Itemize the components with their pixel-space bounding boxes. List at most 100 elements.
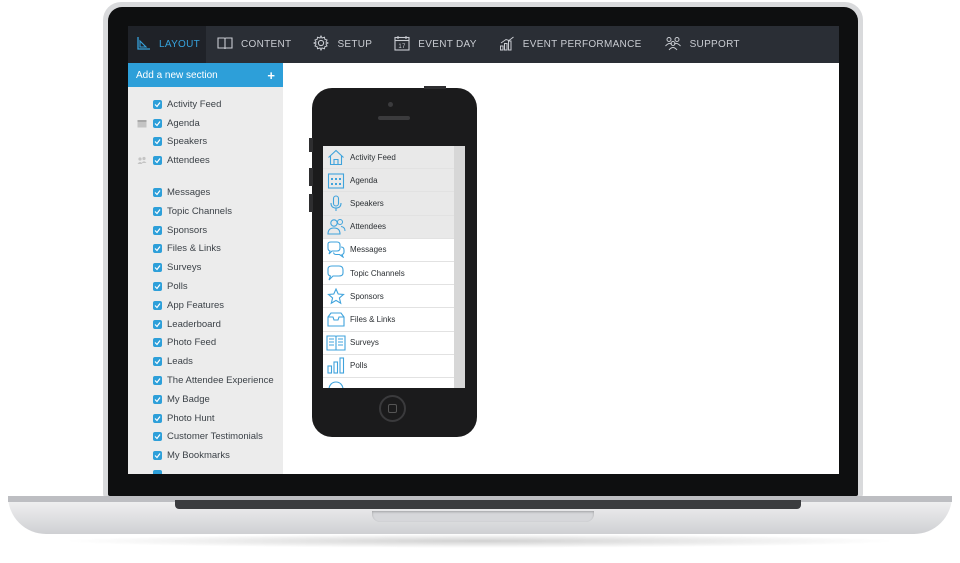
- checkbox[interactable]: [153, 300, 162, 310]
- section-list: Activity Feed Agenda Speakers Attendees …: [128, 87, 283, 474]
- checkbox[interactable]: [153, 156, 162, 166]
- people-icon: [137, 156, 147, 168]
- sidebar: Add a new section + Activity Feed Agenda…: [128, 63, 283, 474]
- section-item[interactable]: Topic Channels: [128, 202, 283, 221]
- phone-menu-item[interactable]: Messages: [323, 238, 454, 262]
- app-screen: LAYOUT CONTENT SETUP 17 EVENT DAY EVENT …: [128, 26, 839, 474]
- section-item[interactable]: Leads: [128, 352, 283, 371]
- checkbox[interactable]: [153, 188, 162, 198]
- phone-menu-label: Speakers: [350, 198, 384, 208]
- section-item[interactable]: My Badge: [128, 390, 283, 409]
- section-item[interactable]: Files & Links: [128, 240, 283, 259]
- add-section-button[interactable]: Add a new section +: [128, 63, 283, 87]
- section-label: Attendees: [167, 155, 210, 167]
- checkbox[interactable]: [153, 118, 162, 128]
- checkbox[interactable]: [153, 357, 162, 367]
- gear-icon: [313, 34, 337, 54]
- section-item-partial[interactable]: [128, 465, 283, 474]
- phone-mute-switch: [309, 138, 313, 152]
- star-icon: [326, 287, 346, 305]
- open-book-icon: [326, 334, 346, 352]
- plus-icon[interactable]: +: [267, 68, 275, 83]
- section-label: Speakers: [167, 136, 208, 148]
- phone-menu-label: Files & Links: [350, 314, 396, 324]
- checkbox[interactable]: [153, 319, 162, 329]
- nav-event-day[interactable]: 17 EVENT DAY: [383, 26, 487, 63]
- checkbox[interactable]: [153, 470, 162, 474]
- section-item[interactable]: My Bookmarks: [128, 446, 283, 465]
- section-item[interactable]: Polls: [128, 277, 283, 296]
- section-label: Photo Feed: [167, 337, 217, 349]
- calendar-icon: [326, 171, 346, 189]
- people-icon: [326, 218, 346, 236]
- section-label: Topic Channels: [167, 205, 232, 217]
- nav-setup[interactable]: SETUP: [302, 26, 383, 63]
- checkbox[interactable]: [153, 338, 162, 348]
- phone-menu-item[interactable]: Agenda: [323, 169, 454, 193]
- phone-menu-label: Surveys: [350, 338, 379, 348]
- checkbox[interactable]: [153, 225, 162, 235]
- section-item[interactable]: Photo Hunt: [128, 409, 283, 428]
- calendar-icon: [137, 119, 147, 131]
- section-item[interactable]: Attendees: [128, 151, 283, 170]
- section-item[interactable]: Leaderboard: [128, 315, 283, 334]
- section-item[interactable]: App Features: [128, 296, 283, 315]
- phone-menu-item[interactable]: Polls: [323, 354, 454, 378]
- people-icon: [664, 36, 690, 54]
- checkbox[interactable]: [153, 451, 162, 461]
- section-item[interactable]: Speakers: [128, 133, 283, 152]
- nav-support[interactable]: SUPPORT: [653, 26, 751, 63]
- section-item[interactable]: Surveys: [128, 258, 283, 277]
- nav-event-performance[interactable]: EVENT PERFORMANCE: [488, 26, 653, 63]
- top-nav: LAYOUT CONTENT SETUP 17 EVENT DAY EVENT …: [128, 26, 839, 63]
- checkbox[interactable]: [153, 99, 162, 109]
- section-label: Files & Links: [167, 243, 221, 255]
- phone-camera: [388, 102, 393, 107]
- section-item[interactable]: Agenda: [128, 114, 283, 133]
- nav-layout[interactable]: LAYOUT: [128, 26, 206, 63]
- phone-scrollbar[interactable]: [454, 146, 465, 388]
- section-label: Customer Testimonials: [167, 431, 263, 443]
- phone-menu-item[interactable]: Sponsors: [323, 285, 454, 309]
- phone-power-button: [424, 86, 446, 89]
- section-label: Agenda: [167, 117, 200, 129]
- calendar-icon: 17: [394, 35, 418, 54]
- section-label: Polls: [167, 281, 188, 293]
- section-item[interactable]: Sponsors: [128, 221, 283, 240]
- section-label: Leaderboard: [167, 318, 221, 330]
- checkbox[interactable]: [153, 244, 162, 254]
- nav-label: EVENT PERFORMANCE: [522, 39, 642, 50]
- phone-menu-item[interactable]: Topic Channels: [323, 261, 454, 286]
- checkbox[interactable]: [153, 413, 162, 423]
- section-item[interactable]: The Attendee Experience: [128, 371, 283, 390]
- checkbox[interactable]: [153, 282, 162, 292]
- section-item[interactable]: Activity Feed: [128, 95, 283, 114]
- bar-chart-icon: [326, 357, 346, 375]
- section-label: My Badge: [167, 393, 210, 405]
- checkbox[interactable]: [153, 206, 162, 216]
- section-item[interactable]: Customer Testimonials: [128, 428, 283, 447]
- section-label: Messages: [167, 187, 211, 199]
- phone-menu-label: Agenda: [350, 175, 378, 185]
- checkbox[interactable]: [153, 263, 162, 273]
- phone-menu-item[interactable]: Attendees: [323, 215, 454, 239]
- section-label: Surveys: [167, 262, 202, 274]
- section-item[interactable]: Photo Feed: [128, 334, 283, 353]
- nav-label: LAYOUT: [159, 39, 201, 50]
- phone-menu-item-partial[interactable]: [323, 377, 454, 388]
- phone-menu-item[interactable]: Surveys: [323, 331, 454, 355]
- checkbox[interactable]: [153, 394, 162, 404]
- phone-menu-label: Activity Feed: [350, 152, 396, 162]
- checkbox[interactable]: [153, 432, 162, 442]
- chat-bubbles-icon: [326, 241, 346, 259]
- phone-volume-down: [309, 194, 313, 212]
- nav-content[interactable]: CONTENT: [206, 26, 302, 63]
- phone-menu-item[interactable]: Files & Links: [323, 308, 454, 332]
- bar-chart-icon: [499, 36, 523, 54]
- phone-menu-item[interactable]: Activity Feed: [323, 146, 454, 170]
- phone-menu-item[interactable]: Speakers: [323, 192, 454, 216]
- svg-text:17: 17: [399, 44, 407, 50]
- checkbox[interactable]: [153, 376, 162, 386]
- checkbox[interactable]: [153, 137, 162, 147]
- section-item[interactable]: Messages: [128, 183, 283, 202]
